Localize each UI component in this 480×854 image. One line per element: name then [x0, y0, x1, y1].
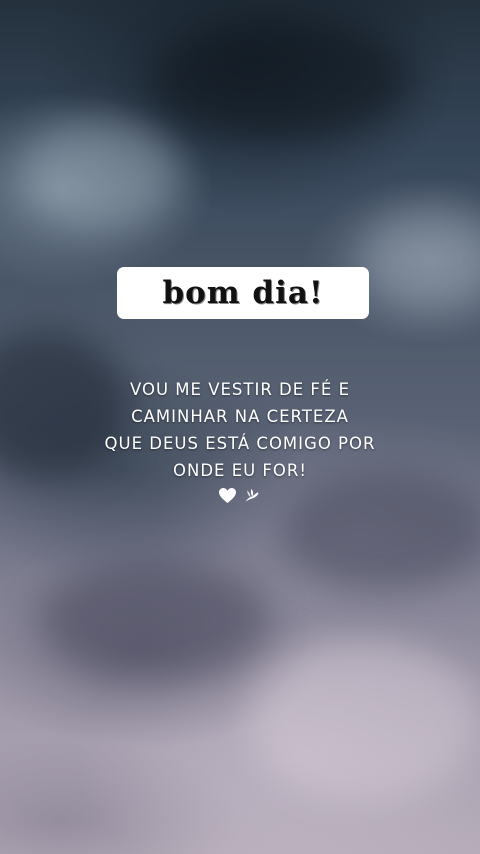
heart-icon — [218, 487, 237, 504]
title-label: bom dia! — [117, 267, 369, 319]
dove-icon — [243, 487, 260, 504]
quote-line: ONDE EU FOR! — [172, 461, 307, 480]
cloud — [360, 210, 480, 310]
cloud — [20, 120, 180, 230]
cloud — [40, 560, 270, 680]
quote-line: CAMINHAR NA CERTEZA — [131, 407, 349, 426]
quote-line: VOU ME VESTIR DE FÉ E — [129, 380, 350, 399]
cloud — [280, 470, 480, 590]
emoji-row — [218, 484, 262, 506]
quote-line: QUE DEUS ESTÁ COMIGO POR — [104, 434, 376, 453]
quote-text: VOU ME VESTIR DE FÉ E CAMINHAR NA CERTEZ… — [60, 376, 420, 484]
title-text: bom dia! — [162, 274, 324, 311]
cloud — [150, 20, 410, 140]
cloud — [250, 640, 480, 800]
